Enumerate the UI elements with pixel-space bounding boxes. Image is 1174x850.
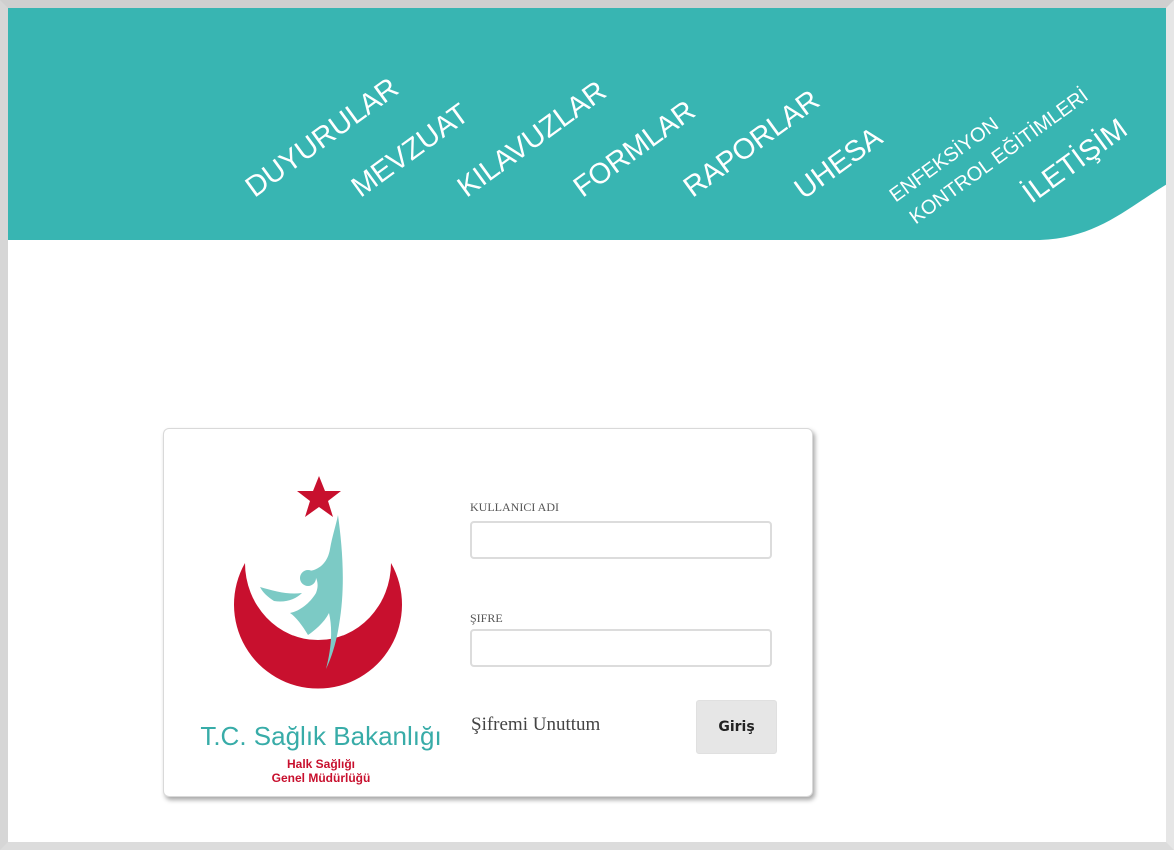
password-label: ŞIFRE [470,611,503,625]
star-icon [297,476,341,517]
brand-subtitle-line1: Halk Sağlığı [286,757,356,771]
main-nav: DUYURULAR MEVZUAT KILAVUZLAR FORMLAR RAP… [0,0,1174,250]
brand-title: T.C. Sağlık Bakanlığı [200,721,442,751]
username-label: KULLANICI ADI [470,500,559,514]
login-button[interactable]: Giriş [696,700,777,754]
logo-graphic [234,476,403,689]
nav-item-uhesa[interactable]: UHESA [789,121,889,206]
forgot-password-link[interactable]: Şifremi Unuttum [471,714,600,736]
login-card: T.C. Sağlık Bakanlığı Halk Sağlığı Genel… [163,428,813,797]
password-field[interactable] [470,629,772,667]
username-field[interactable] [470,521,772,559]
ministry-logo: T.C. Sağlık Bakanlığı Halk Sağlığı Genel… [196,475,446,785]
brand-subtitle-line2: Genel Müdürlüğü [271,771,371,785]
